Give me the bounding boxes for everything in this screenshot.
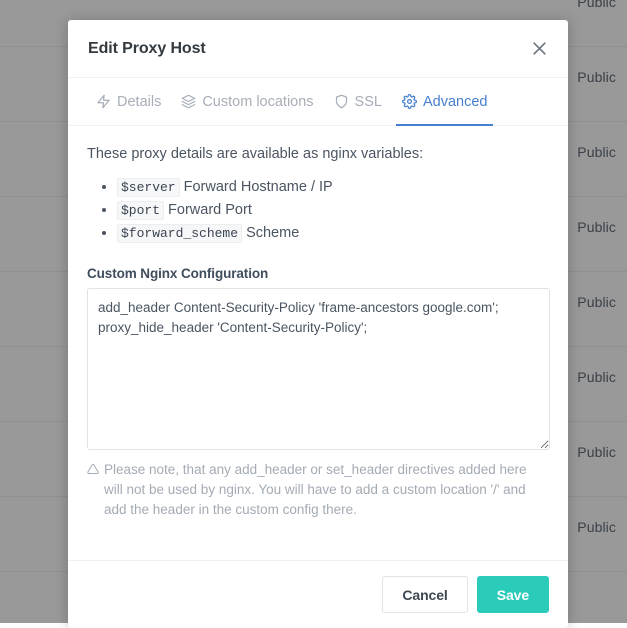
custom-nginx-configuration-textarea[interactable]: [87, 288, 550, 450]
variable-code: $forward_scheme: [117, 224, 242, 243]
modal-footer: Cancel Save: [68, 560, 568, 628]
tab-custom-locations-label: Custom locations: [202, 94, 313, 110]
page-title: Edit Proxy Host: [88, 40, 206, 58]
tab-details[interactable]: Details: [86, 78, 171, 125]
tab-advanced-label: Advanced: [423, 94, 488, 110]
modal-tabs: Details Custom locations SSL: [68, 78, 568, 126]
custom-nginx-configuration-label: Custom Nginx Configuration: [87, 266, 549, 281]
gear-icon: [402, 94, 417, 109]
variable-code: $port: [117, 201, 164, 220]
variable-code: $server: [117, 178, 180, 197]
list-item: $server Forward Hostname / IP: [117, 176, 549, 199]
list-item: $port Forward Port: [117, 199, 549, 222]
variable-description: Forward Hostname / IP: [184, 179, 333, 195]
modal-body: These proxy details are available as ngi…: [68, 126, 568, 560]
nginx-variables-intro: These proxy details are available as ngi…: [87, 144, 549, 166]
warning-note-text: Please note, that any add_header or set_…: [104, 460, 541, 520]
list-item: $forward_scheme Scheme: [117, 222, 549, 245]
layers-icon: [181, 94, 196, 109]
shield-icon: [334, 94, 349, 109]
variable-description: Scheme: [246, 225, 299, 241]
save-button[interactable]: Save: [477, 576, 549, 613]
nginx-variables-list: $server Forward Hostname / IP $port Forw…: [87, 176, 549, 245]
tab-ssl-label: SSL: [355, 94, 382, 110]
cancel-button[interactable]: Cancel: [382, 576, 467, 613]
close-icon[interactable]: [526, 36, 552, 62]
variable-description: Forward Port: [168, 202, 252, 218]
zap-icon: [96, 94, 111, 109]
nginx-header-warning-note: Please note, that any add_header or set_…: [87, 460, 549, 520]
modal-header: Edit Proxy Host: [68, 20, 568, 78]
warning-triangle-icon: [87, 463, 99, 475]
tab-advanced[interactable]: Advanced: [392, 78, 498, 125]
edit-proxy-host-modal: Edit Proxy Host Details: [68, 20, 568, 628]
tab-custom-locations[interactable]: Custom locations: [171, 78, 323, 125]
tab-details-label: Details: [117, 94, 161, 110]
tab-ssl[interactable]: SSL: [324, 78, 392, 125]
